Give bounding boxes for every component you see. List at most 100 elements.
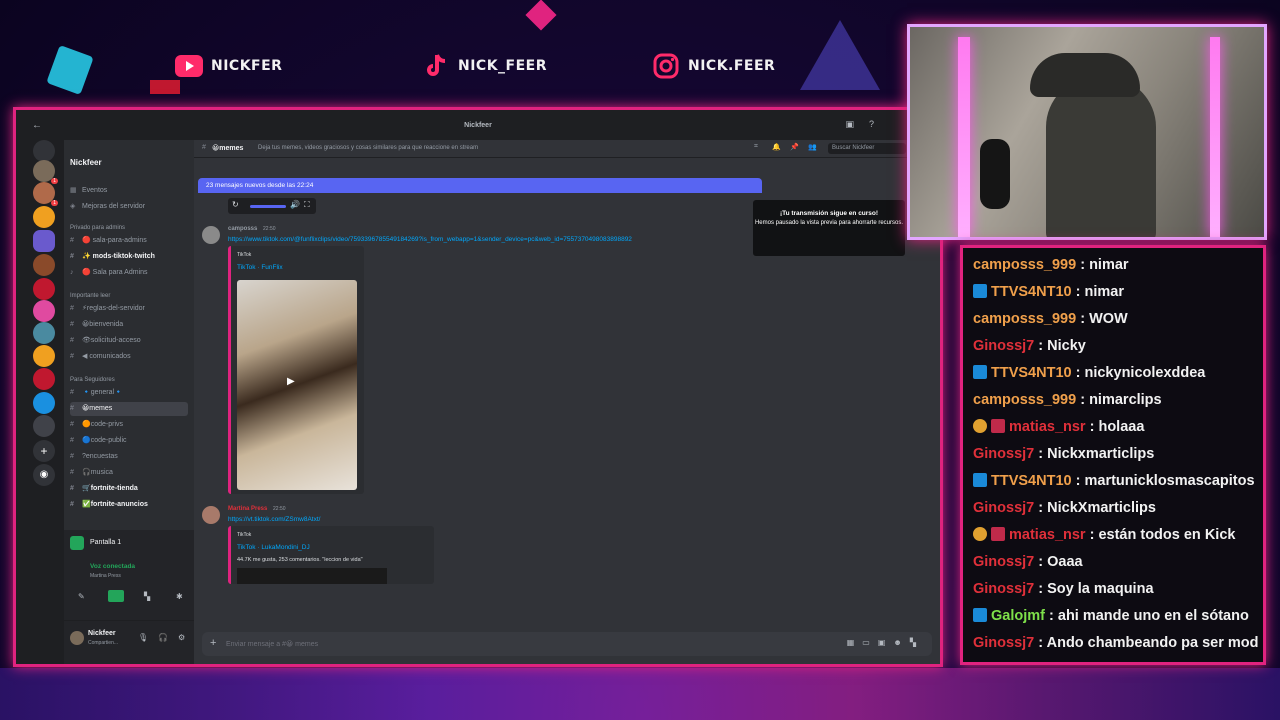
chat-message: matias_nsr : holaaa — [973, 414, 1144, 440]
chat-message: camposss_999 : nimar — [973, 252, 1129, 278]
category-important[interactable]: Importante leer — [70, 293, 110, 299]
chat-text: ahi mande uno en el sótano — [1057, 608, 1249, 624]
avatar[interactable] — [202, 226, 220, 244]
channel-memes[interactable]: # 😀memes — [70, 402, 188, 416]
server-icon[interactable] — [33, 300, 55, 322]
channel-mods-tiktok-twitch[interactable]: # ✨ mods-tiktok-twitch — [70, 250, 188, 264]
threads-icon[interactable]: ⌗ — [754, 143, 758, 151]
title-bar: ← Nickfeer ▣ ? — [16, 110, 940, 140]
channel-sala-admins-voice[interactable]: ♪ 🔴 Sala para Admins — [70, 266, 188, 280]
video-thumbnail[interactable] — [237, 568, 387, 584]
server-icon[interactable]: 1 — [33, 182, 58, 206]
dm-home-icon[interactable] — [33, 140, 55, 162]
chat-username[interactable]: camposss_999 — [973, 311, 1076, 327]
message-author[interactable]: Martina Press — [228, 506, 267, 512]
chat-username[interactable]: Ginossj7 — [973, 338, 1034, 354]
server-icon[interactable] — [33, 368, 55, 390]
chat-separator: : — [1076, 311, 1090, 327]
volume-slider[interactable] — [250, 205, 286, 208]
server-name[interactable]: Nickfeer — [70, 158, 102, 167]
chat-username[interactable]: matias_nsr — [1009, 419, 1086, 435]
composer-tools-icon[interactable]: ▦▭▣☻▚ — [847, 638, 924, 647]
window-title: Nickfeer — [464, 122, 492, 129]
audio-player: ↻ 🔊 ⛶ — [228, 198, 316, 214]
notifications-icon[interactable]: 🔔 — [772, 143, 781, 151]
sword-badge-icon — [991, 527, 1005, 541]
chat-username[interactable]: Ginossj7 — [973, 446, 1034, 462]
volume-icon[interactable]: 🔊 — [290, 200, 300, 209]
message-input-placeholder: Enviar mensaje a #😀 memes — [226, 641, 319, 648]
channel-encuestas[interactable]: # ?encuestas — [70, 450, 188, 464]
discover-icon[interactable]: ◉ — [33, 464, 55, 486]
embed-title[interactable]: TikTok · LukaMondini_DJ — [237, 544, 310, 551]
video-thumbnail[interactable]: ▶ — [237, 280, 357, 490]
channel-topic: Deja tus memes, videos graciosos y cosas… — [258, 145, 479, 151]
add-server-icon[interactable]: + — [33, 440, 55, 462]
channel-sala-para-admins[interactable]: # 🔴 sala-para-admins — [70, 234, 188, 248]
chat-username[interactable]: Ginossj7 — [973, 635, 1034, 651]
share-screen-button[interactable] — [108, 590, 124, 602]
chat-username[interactable]: Ginossj7 — [973, 554, 1034, 570]
headset-icon[interactable]: 🎧 — [158, 633, 168, 642]
channel-bienvenida[interactable]: # 😀bienvenida — [70, 318, 188, 332]
add-attachment-icon[interactable]: + — [210, 637, 216, 649]
sidebar-item-events[interactable]: ▦ Eventos — [70, 184, 188, 198]
server-icon[interactable] — [33, 254, 55, 276]
led-strip — [958, 37, 970, 237]
chat-username[interactable]: TTVS4NT10 — [991, 473, 1072, 489]
fullscreen-icon[interactable]: ⛶ — [304, 200, 310, 210]
server-icon[interactable] — [33, 415, 55, 437]
soundboard-icon[interactable]: ✱ — [176, 592, 183, 601]
channel-solicitud[interactable]: # 👁solicitud-acceso — [70, 334, 188, 348]
chat-username[interactable]: Galojmf — [991, 608, 1045, 624]
server-icon[interactable] — [33, 278, 55, 300]
channel-comunicados[interactable]: # ◀ comunicados — [70, 350, 188, 364]
chat-separator: : — [1071, 473, 1085, 489]
server-icon-active[interactable] — [33, 230, 55, 252]
category-followers[interactable]: Para Seguidores — [70, 377, 115, 383]
mic-icon[interactable]: 🎙 — [138, 633, 148, 642]
inbox-icon[interactable]: ▣ — [845, 119, 854, 130]
category-private-admins[interactable]: Privado para admins — [70, 225, 125, 231]
avatar[interactable] — [70, 631, 84, 645]
embed-title[interactable]: TikTok · FunFlix — [237, 264, 283, 271]
chat-username[interactable]: camposss_999 — [973, 392, 1076, 408]
channel-code-public[interactable]: # 🔵code-public — [70, 434, 188, 448]
message-header: Martina Press 22:50 — [228, 506, 286, 512]
channel-fortnite-anuncios[interactable]: # ✅fortnite-anuncios — [70, 498, 188, 512]
message-link[interactable]: https://www.tiktok.com/@funflixclips/vid… — [228, 236, 632, 243]
message-author[interactable]: camposss — [228, 226, 257, 232]
pin-icon[interactable]: 📌 — [790, 143, 799, 151]
message-link[interactable]: https://vt.tiktok.com/ZSmw8Atxt/ — [228, 516, 320, 523]
server-icon[interactable] — [33, 345, 55, 367]
members-icon[interactable]: 👥 — [808, 143, 817, 151]
noise-icon[interactable]: ✎ — [78, 592, 85, 601]
activities-icon[interactable]: ▚ — [144, 592, 150, 601]
server-icon[interactable] — [33, 206, 55, 228]
channel-musica[interactable]: # 🎧musica — [70, 466, 188, 480]
sidebar-item-boosts[interactable]: ◈ Mejoras del servidor — [70, 200, 188, 214]
chat-username[interactable]: TTVS4NT10 — [991, 284, 1072, 300]
channel-code-privs[interactable]: # 🟠code-privs — [70, 418, 188, 432]
message-input[interactable]: + Enviar mensaje a #😀 memes ▦▭▣☻▚ — [202, 632, 932, 656]
search-input[interactable]: Buscar Nickfeer — [828, 143, 906, 154]
channel-fortnite-tienda[interactable]: # 🛒fortnite-tienda — [70, 482, 188, 496]
new-messages-bar[interactable]: 23 mensajes nuevos desde las 22:24 — [198, 178, 762, 193]
channel-reglas[interactable]: # ⚡reglas-del-servidor — [70, 302, 188, 316]
replay-icon[interactable]: ↻ — [232, 200, 239, 209]
voice-status[interactable]: Voz conectada — [90, 563, 135, 570]
channel-general[interactable]: # 🔹general🔹 — [70, 386, 188, 400]
help-icon[interactable]: ? — [869, 119, 874, 129]
chat-username[interactable]: Ginossj7 — [973, 581, 1034, 597]
server-icon[interactable]: 1 — [33, 160, 58, 184]
chat-message: Ginossj7 : Ando chambeando pa ser mod — [973, 630, 1259, 656]
avatar[interactable] — [202, 506, 220, 524]
chat-username[interactable]: matias_nsr — [1009, 527, 1086, 543]
chat-username[interactable]: TTVS4NT10 — [991, 365, 1072, 381]
server-icon[interactable] — [33, 392, 55, 414]
settings-gear-icon[interactable]: ⚙ — [178, 633, 185, 642]
server-icon[interactable] — [33, 322, 55, 344]
play-icon[interactable]: ▶ — [287, 376, 295, 387]
chat-username[interactable]: Ginossj7 — [973, 500, 1034, 516]
chat-username[interactable]: camposss_999 — [973, 257, 1076, 273]
